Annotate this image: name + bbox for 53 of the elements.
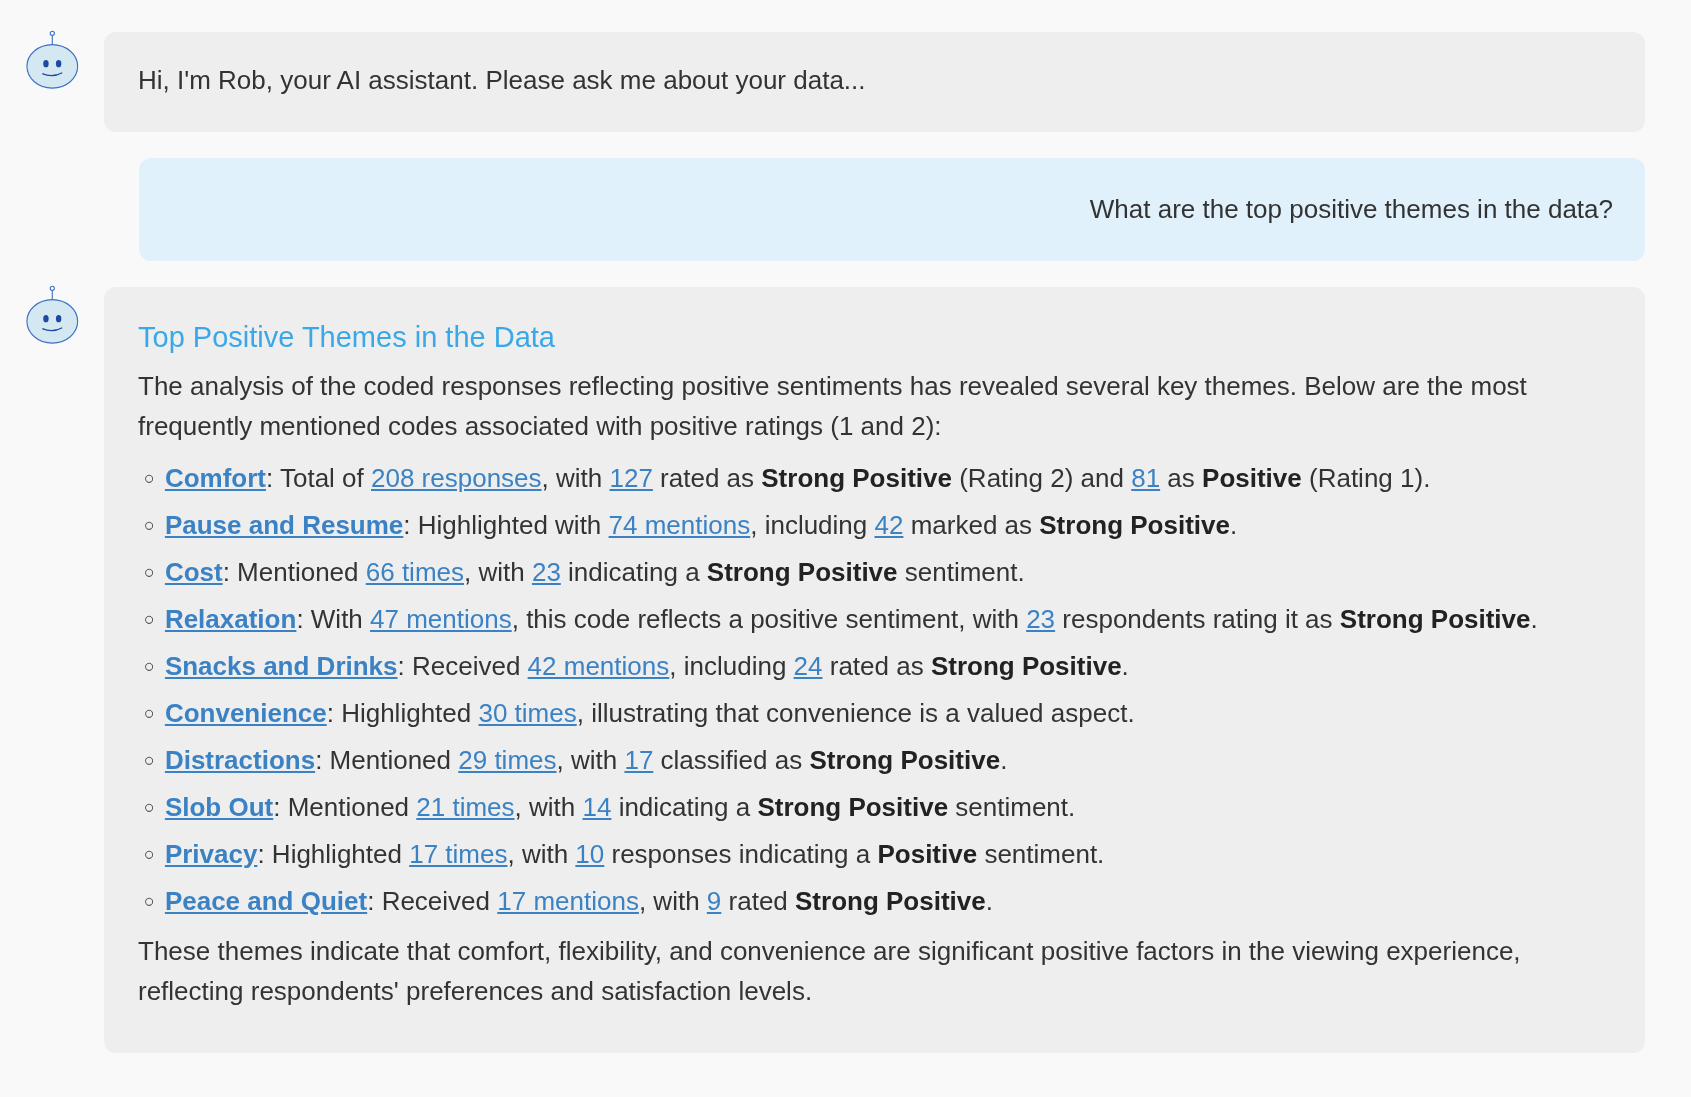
response-title: Top Positive Themes in the Data (138, 321, 556, 354)
count-link[interactable]: 17 (624, 745, 654, 775)
theme-item: Privacy: Highlighted 17 times, with 10 responses indicating a Positive sentiment. (164, 838, 1105, 871)
count-link[interactable]: 47 mentions (370, 604, 512, 634)
bullet-icon: ○ (144, 507, 155, 543)
count-link[interactable]: 42 (874, 510, 904, 540)
theme-link[interactable]: Distractions (164, 745, 316, 775)
count-link[interactable]: 81 (1131, 463, 1161, 493)
bullet-icon: ○ (144, 460, 155, 496)
theme-link[interactable]: Cost (164, 557, 223, 587)
theme-item: Peace and Quiet: Received 17 mentions, with 9 rated Strong Positive. (164, 885, 993, 918)
count-link[interactable]: 24 (793, 651, 823, 681)
theme-item: Comfort: Total of 208 responses, with 127 rated as Strong Positive (Rating 2) and 81 as Positive (Rating 1). (164, 462, 1431, 495)
summary-paragraph: These themes indicate that comfort, flexibility, and convenience are significant positive factors in the viewing experience, reflecting respondents' preferences and satisfaction levels. (138, 935, 1522, 1008)
theme-link[interactable]: Privacy (164, 839, 258, 869)
bullet-icon: ○ (144, 836, 155, 872)
bullet-icon: ○ (144, 648, 155, 684)
bullet-icon: ○ (144, 601, 155, 637)
count-link[interactable]: 29 times (458, 745, 557, 775)
bullet-icon: ○ (144, 742, 155, 778)
count-link[interactable]: 23 (531, 557, 561, 587)
theme-item: Relaxation: With 47 mentions, this code reflects a positive sentiment, with 23 respondents rating it as Strong Positive. (164, 603, 1538, 636)
count-link[interactable]: 127 (609, 463, 653, 493)
bullet-icon: ○ (144, 554, 155, 590)
theme-item: Snacks and Drinks: Received 42 mentions, including 24 rated as Strong Positive. (164, 650, 1129, 683)
theme-item: Slob Out: Mentioned 21 times, with 14 indicating a Strong Positive sentiment. (164, 791, 1076, 824)
theme-link[interactable]: Relaxation (164, 604, 297, 634)
theme-link[interactable]: Pause and Resume (164, 510, 404, 540)
bullet-icon: ○ (144, 883, 155, 919)
count-link[interactable]: 10 (575, 839, 605, 869)
count-link[interactable]: 30 times (478, 698, 577, 728)
theme-link[interactable]: Peace and Quiet (164, 886, 368, 916)
theme-link[interactable]: Comfort (164, 463, 266, 493)
bullet-icon: ○ (144, 695, 155, 731)
theme-item: Pause and Resume: Highlighted with 74 mentions, including 42 marked as Strong Positive. (164, 509, 1238, 542)
theme-item: Convenience: Highlighted 30 times, illustrating that convenience is a valued aspect. (164, 697, 1135, 730)
theme-link[interactable]: Slob Out (164, 792, 274, 822)
message-text: Hi, I'm Rob, your AI assistant. Please ask me about your data... (138, 64, 867, 97)
count-link[interactable]: 208 responses (371, 463, 542, 493)
bullet-icon: ○ (144, 789, 155, 825)
count-link[interactable]: 9 (706, 886, 722, 916)
count-link[interactable]: 66 times (365, 557, 464, 587)
message-text: What are the top positive themes in the data? (1089, 194, 1613, 225)
count-link[interactable]: 14 (582, 792, 612, 822)
count-link[interactable]: 21 times (416, 792, 515, 822)
theme-link[interactable]: Convenience (164, 698, 327, 728)
count-link[interactable]: 17 mentions (497, 886, 639, 916)
theme-item: Cost: Mentioned 66 times, with 23 indicating a Strong Positive sentiment. (164, 556, 1025, 589)
theme-item: Distractions: Mentioned 29 times, with 17 classified as Strong Positive. (164, 744, 1008, 777)
count-link[interactable]: 23 (1026, 604, 1056, 634)
count-link[interactable]: 74 mentions (608, 510, 751, 540)
theme-link[interactable]: Snacks and Drinks (164, 651, 398, 681)
intro-paragraph: The analysis of the coded responses reflecting positive sentiments has revealed several key themes. Below are the most frequently mentioned codes associated with positive ratings (1 and 2): (138, 370, 1528, 443)
